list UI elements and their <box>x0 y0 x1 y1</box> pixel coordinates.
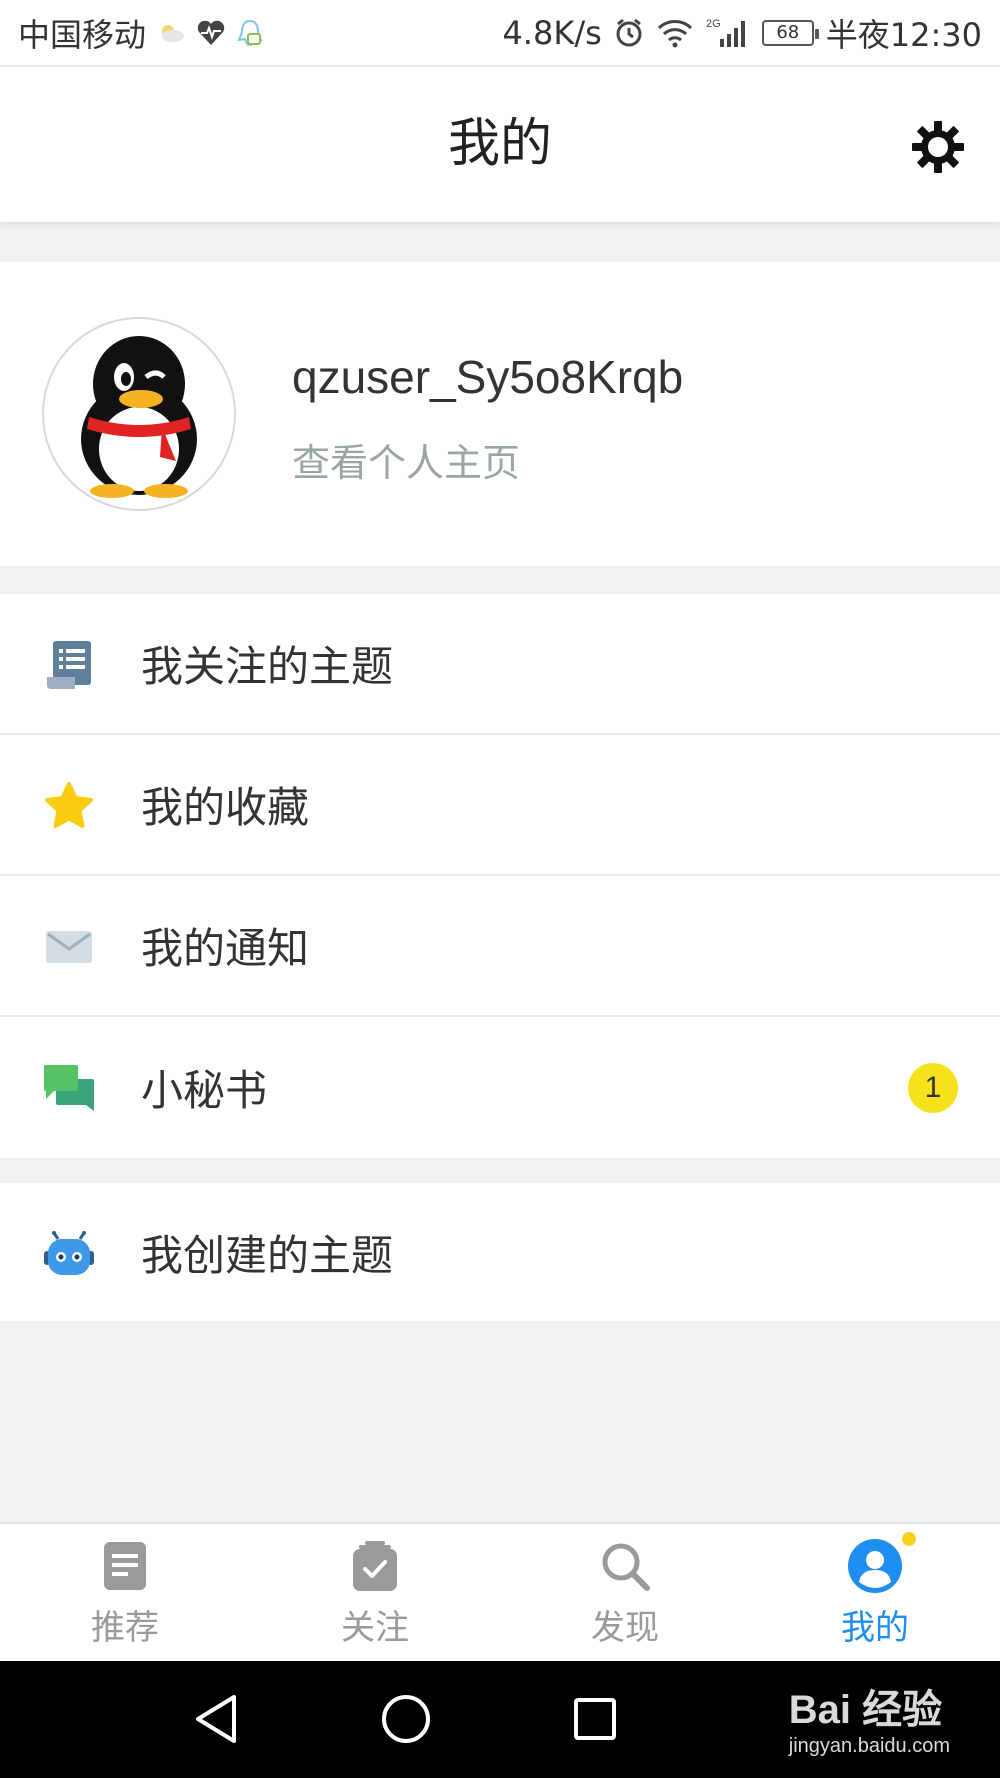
settings-button[interactable] <box>908 117 968 177</box>
menu-item-created-topics[interactable]: 我创建的主题 <box>0 1183 1000 1321</box>
watermark-sub: jingyan.baidu.com <box>788 1735 950 1757</box>
status-right: 4.8K/s 2G 68 半夜12:30 <box>502 10 982 56</box>
battery-icon: 68 <box>761 19 819 46</box>
menu-group-main: 我关注的主题 我的收藏 我的通知 小秘书 1 <box>0 594 1000 1158</box>
clipboard-check-icon <box>347 1538 403 1594</box>
weather-icon <box>156 21 186 45</box>
username: qzuser_Sy5o8Krqb <box>292 351 684 403</box>
gear-icon <box>912 121 964 173</box>
menu-label: 我的收藏 <box>141 783 310 832</box>
chat-bubbles-icon <box>42 1061 96 1115</box>
new-indicator-dot <box>902 1532 916 1546</box>
alarm-icon <box>614 18 644 48</box>
tab-label: 推荐 <box>91 1608 159 1648</box>
unread-badge: 1 <box>908 1062 958 1113</box>
tab-recommend[interactable]: 推荐 <box>0 1524 250 1661</box>
star-icon <box>42 779 96 833</box>
menu-item-assistant[interactable]: 小秘书 1 <box>0 1017 1000 1158</box>
wifi-icon <box>656 18 694 48</box>
profile-card[interactable]: qzuser_Sy5o8Krqb 查看个人主页 <box>0 262 1000 566</box>
back-button[interactable] <box>186 1689 246 1749</box>
article-icon <box>97 1538 153 1594</box>
status-bar: 中国移动 4.8K/s 2G 68 半夜12:30 <box>0 0 1000 66</box>
menu-label: 我创建的主题 <box>141 1230 394 1280</box>
battery-level: 68 <box>776 22 800 43</box>
view-profile-link[interactable]: 查看个人主页 <box>292 432 520 487</box>
clock: 半夜12:30 <box>825 15 982 54</box>
menu-item-favorites[interactable]: 我的收藏 <box>0 735 1000 876</box>
heart-rate-icon <box>196 19 226 47</box>
menu-label: 我的通知 <box>141 924 310 973</box>
user-icon <box>847 1538 903 1594</box>
system-nav-bar: Bai 经验 jingyan.baidu.com <box>0 1661 1000 1778</box>
envelope-icon <box>42 920 96 974</box>
menu-label: 小秘书 <box>141 1066 268 1115</box>
bottom-tab-bar: 推荐 关注 发现 我的 <box>0 1522 1000 1661</box>
menu-label: 我关注的主题 <box>141 642 394 691</box>
back-triangle-icon <box>196 1695 236 1743</box>
qq-icon <box>236 18 264 48</box>
menu-item-followed-topics[interactable]: 我关注的主题 <box>0 594 1000 735</box>
status-left: 中国移动 <box>18 10 264 56</box>
tab-label: 发现 <box>591 1608 659 1648</box>
tab-following[interactable]: 关注 <box>250 1524 500 1661</box>
robot-icon <box>42 1227 96 1281</box>
signal-icon: 2G <box>706 17 750 49</box>
home-circle-icon <box>382 1695 430 1743</box>
watermark-main: Bai 经验 <box>788 1688 943 1732</box>
qq-penguin-avatar <box>81 336 197 498</box>
page-title: 我的 <box>447 114 552 174</box>
app-header: 我的 <box>0 67 1000 222</box>
document-list-icon <box>42 638 96 692</box>
carrier-label: 中国移动 <box>18 15 147 54</box>
tab-mine[interactable]: 我的 <box>750 1524 1000 1661</box>
baidu-watermark: Bai 经验 jingyan.baidu.com <box>789 1677 950 1758</box>
search-icon <box>597 1538 653 1594</box>
recents-square-icon <box>574 1698 616 1740</box>
menu-group-created: 我创建的主题 <box>0 1183 1000 1321</box>
tab-discover[interactable]: 发现 <box>500 1524 750 1661</box>
avatar[interactable] <box>42 317 236 511</box>
tab-label: 我的 <box>841 1608 909 1648</box>
network-type-label: 2G <box>706 18 721 30</box>
net-speed: 4.8K/s <box>502 13 602 52</box>
recents-button[interactable] <box>565 1689 625 1749</box>
menu-item-notifications[interactable]: 我的通知 <box>0 876 1000 1017</box>
home-button[interactable] <box>376 1689 436 1749</box>
tab-label: 关注 <box>341 1608 409 1648</box>
